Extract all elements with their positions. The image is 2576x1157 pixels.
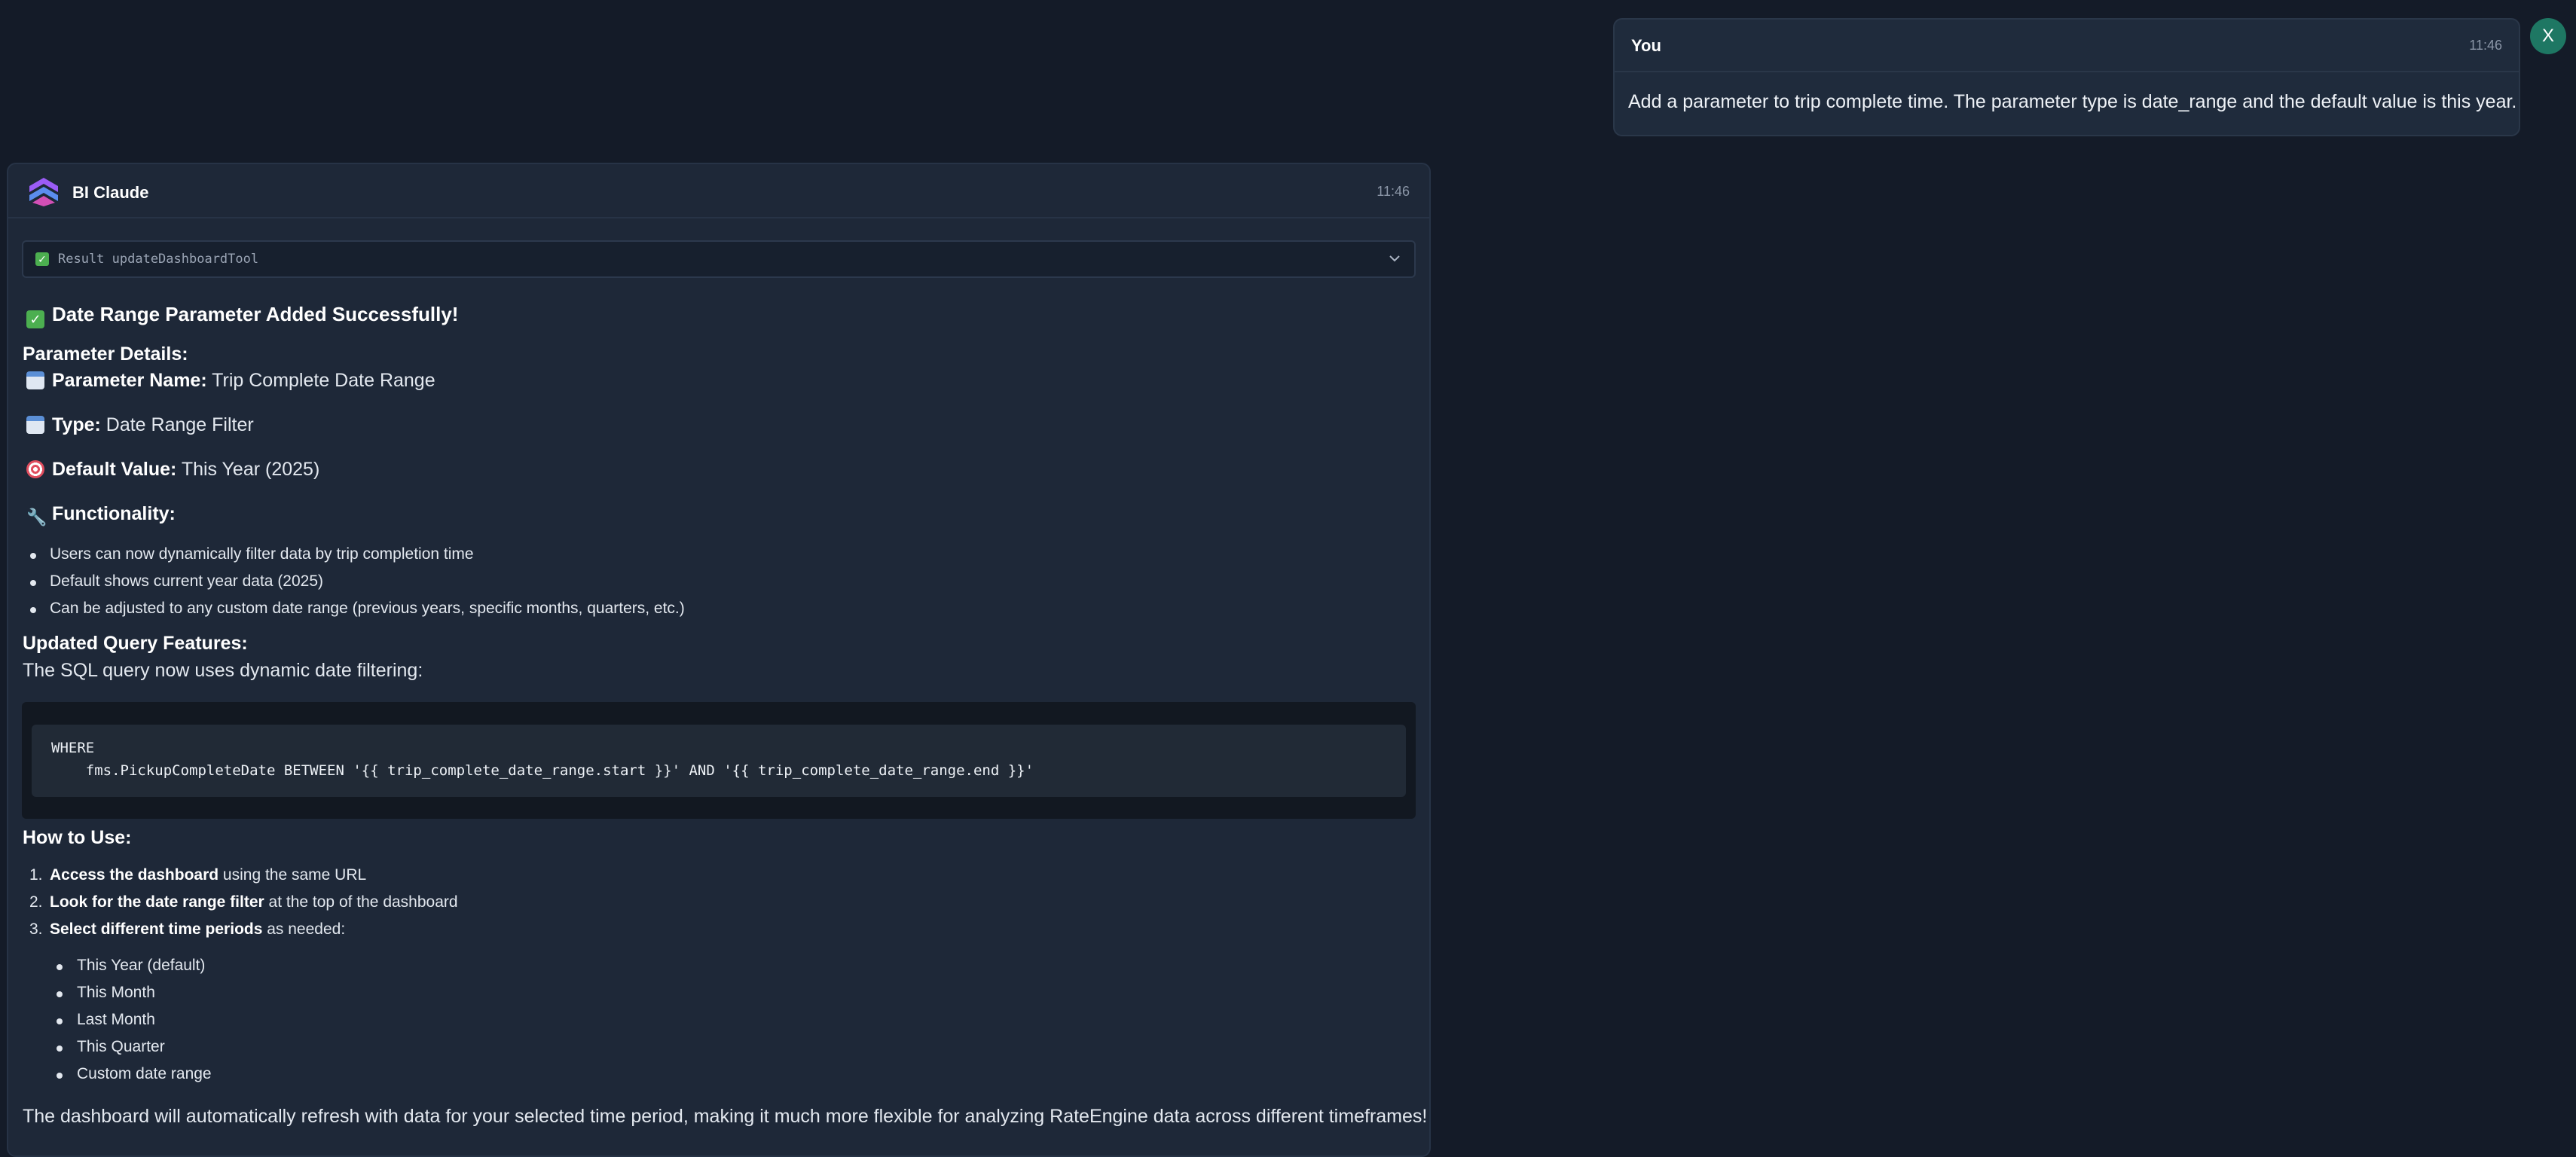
list-item: This Year (default) [77, 957, 206, 974]
list-item: Custom date range [77, 1065, 212, 1082]
bullet-icon [30, 607, 36, 613]
assistant-name: BI Claude [72, 183, 149, 202]
list-item: Can be adjusted to any custom date range… [50, 600, 685, 617]
success-title: ✓ Date Range Parameter Added Successfully… [26, 303, 458, 328]
step-item: Look for the date range filter at the to… [50, 893, 458, 911]
user-message-time: 11:46 [2469, 38, 2502, 53]
user-name: You [1631, 36, 1661, 55]
user-message-header: You 11:46 [1615, 20, 2519, 72]
user-avatar[interactable]: X [2530, 18, 2566, 54]
step-item: Select different time periods as needed: [50, 920, 346, 938]
detail-default-value: Default Value: This Year (2025) [26, 459, 319, 481]
calendar-icon [26, 371, 44, 389]
assistant-message-time: 11:46 [1377, 184, 1410, 199]
query-intro: The SQL query now uses dynamic date filt… [23, 660, 423, 681]
bullet-icon [57, 1073, 63, 1079]
list-item: Users can now dynamically filter data by… [50, 545, 474, 563]
how-to-heading: How to Use: [23, 827, 132, 848]
code-line: WHERE [51, 740, 95, 756]
list-item: This Quarter [77, 1038, 165, 1055]
detail-type: Type: Date Range Filter [26, 414, 254, 436]
user-message: You 11:46 Add a parameter to trip comple… [1613, 18, 2520, 136]
step-number: 2. [29, 893, 43, 911]
code-line: fms.PickupCompleteDate BETWEEN '{{ trip_… [51, 762, 1034, 779]
step-number: 3. [29, 920, 43, 938]
bullet-icon [30, 553, 36, 559]
list-item: Last Month [77, 1011, 155, 1028]
chevron-down-icon[interactable] [1386, 249, 1404, 267]
parameter-details-heading: Parameter Details: [23, 343, 188, 365]
step-number: 1. [29, 866, 43, 884]
bullet-icon [57, 964, 63, 970]
tool-result-label: Result updateDashboardTool [58, 252, 259, 267]
bullet-icon [30, 580, 36, 586]
closing-text: The dashboard will automatically refresh… [23, 1106, 1428, 1127]
bullet-icon [57, 991, 63, 997]
assistant-message: BI Claude 11:46 ✓ Result updateDashboard… [7, 163, 1431, 1157]
target-icon [26, 460, 44, 478]
code-block-inner: WHERE fms.PickupCompleteDate BETWEEN '{{… [32, 725, 1406, 797]
check-icon: ✓ [35, 252, 49, 266]
assistant-message-header: BI Claude 11:46 [8, 164, 1429, 218]
query-heading: Updated Query Features: [23, 633, 248, 654]
step-item: Access the dashboard using the same URL [50, 866, 367, 884]
code-block: WHERE fms.PickupCompleteDate BETWEEN '{{… [22, 702, 1416, 819]
user-message-text: Add a parameter to trip complete time. T… [1628, 91, 2517, 112]
bullet-icon [57, 1046, 63, 1052]
calendar-icon [26, 416, 44, 434]
tool-result-toggle[interactable]: ✓ Result updateDashboardTool [22, 240, 1416, 278]
functionality-heading: 🔧 Functionality: [26, 503, 176, 527]
list-item: Default shows current year data (2025) [50, 572, 324, 590]
detail-parameter-name: Parameter Name: Trip Complete Date Range [26, 370, 435, 392]
wrench-icon: 🔧 [26, 508, 47, 527]
check-icon: ✓ [26, 310, 44, 328]
bullet-icon [57, 1018, 63, 1024]
bi-claude-logo-icon [29, 178, 58, 206]
list-item: This Month [77, 984, 155, 1001]
